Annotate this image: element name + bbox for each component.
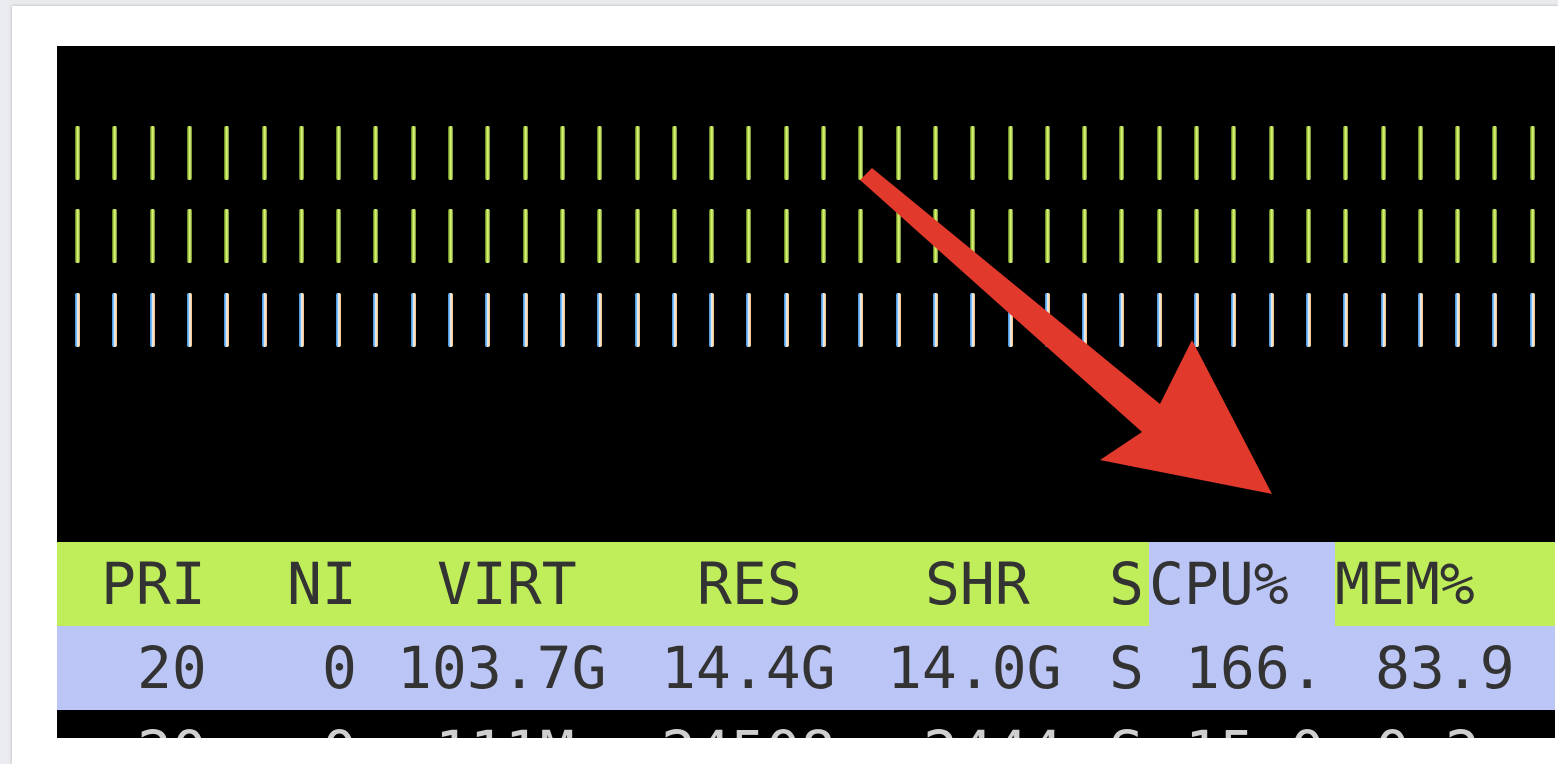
annotation-arrow-shape <box>860 168 1272 494</box>
annotation-arrow-icon <box>860 168 1272 494</box>
